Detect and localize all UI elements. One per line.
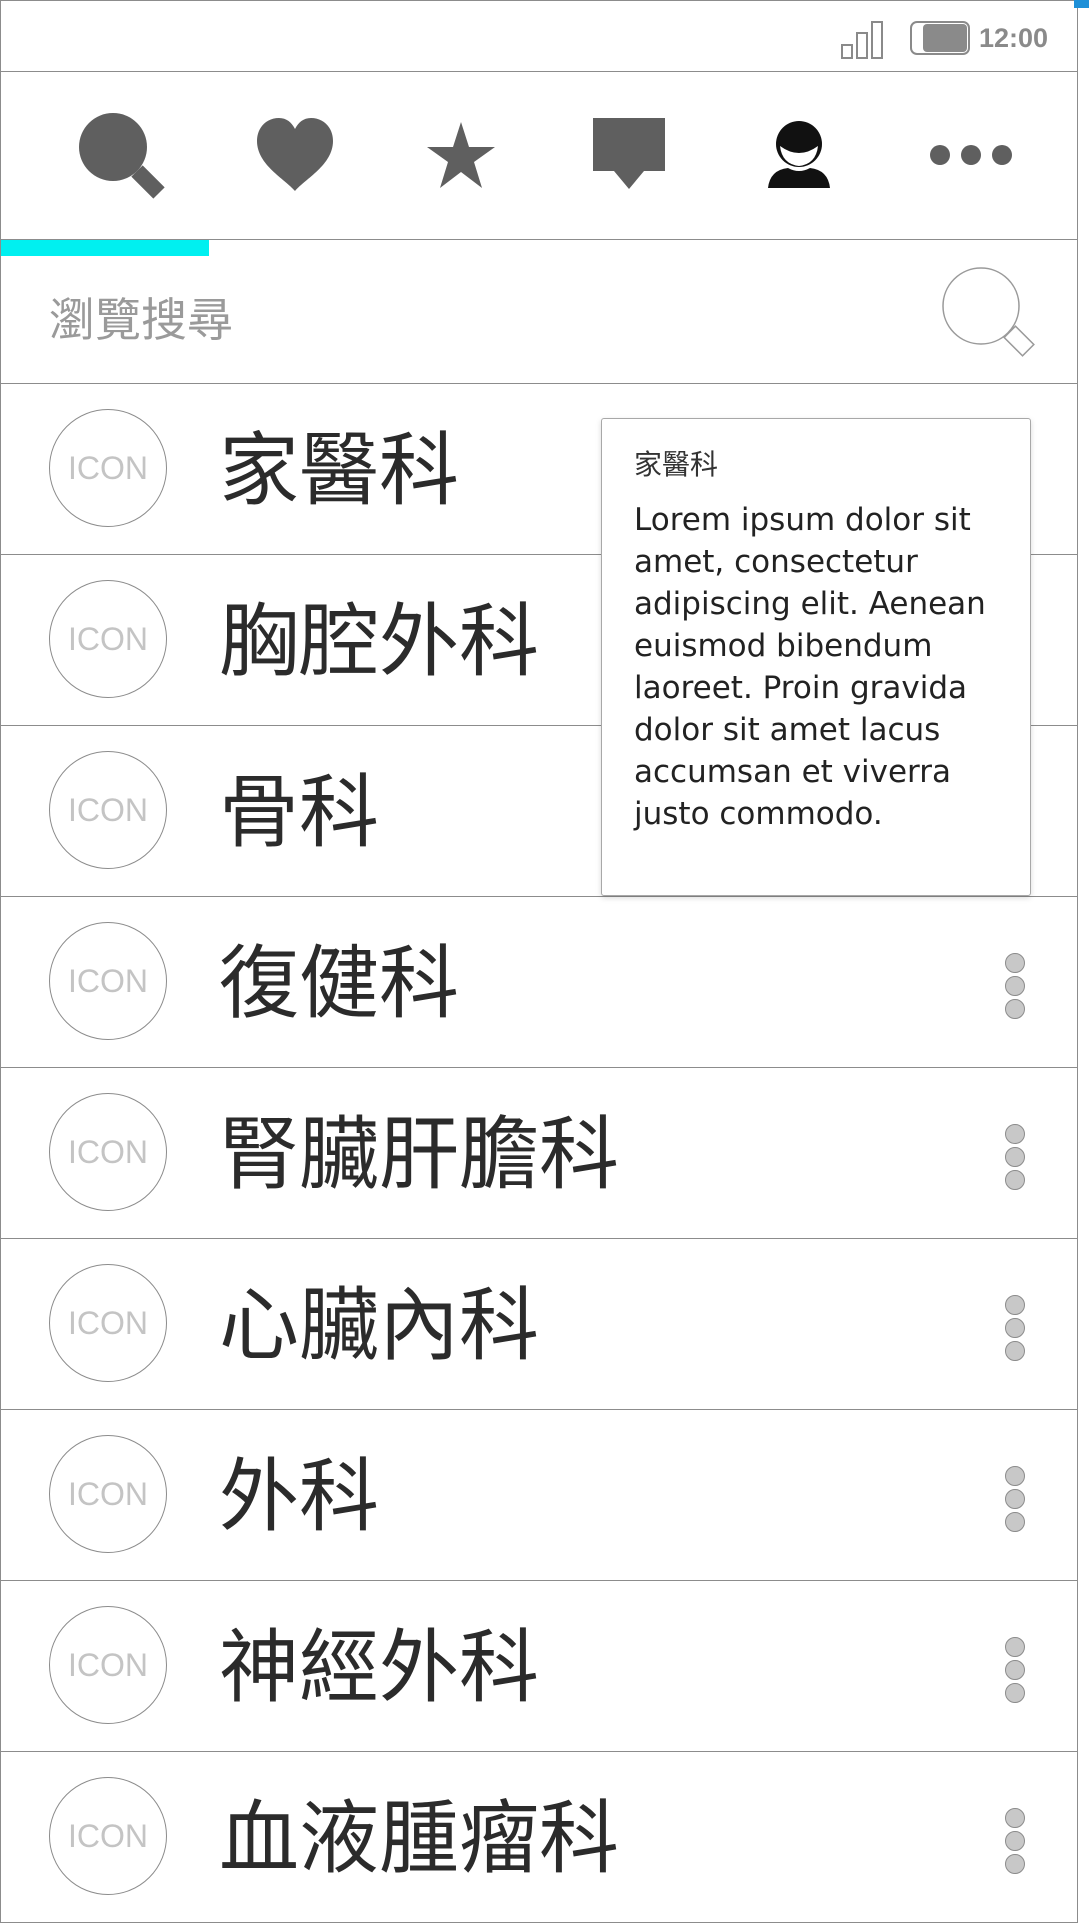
status-time: 12:00 (979, 23, 1049, 53)
search-button-icon[interactable] (941, 266, 1035, 360)
star-icon (427, 122, 495, 188)
list-item[interactable]: ICON 神經外科 (1, 1581, 1077, 1752)
item-icon-placeholder: ICON (49, 1264, 167, 1382)
item-icon-placeholder: ICON (49, 1606, 167, 1724)
item-icon-placeholder: ICON (49, 1435, 167, 1553)
list-item[interactable]: ICON 外科 (1, 1410, 1077, 1581)
more-options-icon[interactable] (1005, 1808, 1029, 1880)
tab-bar (1, 72, 1077, 240)
list-item[interactable]: ICON 血液腫瘤科 (1, 1752, 1077, 1923)
item-label: 家醫科 (219, 424, 459, 517)
list-item[interactable]: ICON 復健科 (1, 897, 1077, 1068)
item-label: 血液腫瘤科 (219, 1792, 619, 1885)
tab-more[interactable] (891, 72, 1051, 238)
item-label: 外科 (219, 1450, 379, 1543)
list-item[interactable]: ICON 腎臟肝膽科 (1, 1068, 1077, 1239)
more-options-icon[interactable] (1005, 1637, 1029, 1709)
status-bar: 12:00 (1, 0, 1077, 72)
item-label: 腎臟肝膽科 (219, 1108, 619, 1201)
popover-body: Lorem ipsum dolor sit amet, consectetur … (634, 502, 986, 832)
item-label: 骨科 (219, 766, 379, 859)
tab-profile[interactable] (719, 72, 879, 238)
corner-marker (1074, 0, 1089, 8)
item-label: 復健科 (219, 937, 459, 1030)
signal-icon (841, 21, 883, 59)
list-item[interactable]: ICON 心臟內科 (1, 1239, 1077, 1410)
more-options-icon[interactable] (1005, 1466, 1029, 1538)
info-popover: 家醫科 Lorem ipsum dolor sit amet, consecte… (601, 418, 1031, 896)
more-options-icon[interactable] (1005, 1295, 1029, 1367)
active-tab-indicator (1, 240, 209, 256)
item-label: 神經外科 (219, 1621, 539, 1714)
tab-favorites[interactable] (215, 72, 375, 238)
item-label: 胸腔外科 (219, 595, 539, 688)
tab-starred[interactable] (381, 72, 541, 238)
tab-messages[interactable] (549, 72, 709, 238)
search-input[interactable] (49, 290, 849, 350)
more-options-icon[interactable] (1005, 953, 1029, 1025)
item-icon-placeholder: ICON (49, 751, 167, 869)
item-icon-placeholder: ICON (49, 922, 167, 1040)
item-icon-placeholder: ICON (49, 409, 167, 527)
popover-title: 家醫科 (634, 448, 719, 481)
tab-search[interactable] (39, 72, 199, 238)
person-icon (768, 121, 830, 188)
item-label: 心臟內科 (219, 1279, 539, 1372)
search-icon (79, 113, 165, 199)
app-screen: 12:00 瀏覽搜尋 ICON 家醫科 ICON 胸腔外科 ICON 骨科 IC… (0, 0, 1078, 1923)
more-options-icon[interactable] (1005, 1124, 1029, 1196)
battery-icon (910, 21, 970, 55)
more-icon (930, 145, 1012, 165)
chat-icon (593, 118, 665, 189)
item-icon-placeholder: ICON (49, 1093, 167, 1211)
heart-icon (257, 118, 333, 191)
item-icon-placeholder: ICON (49, 1777, 167, 1895)
search-bar (1, 240, 1077, 384)
item-icon-placeholder: ICON (49, 580, 167, 698)
